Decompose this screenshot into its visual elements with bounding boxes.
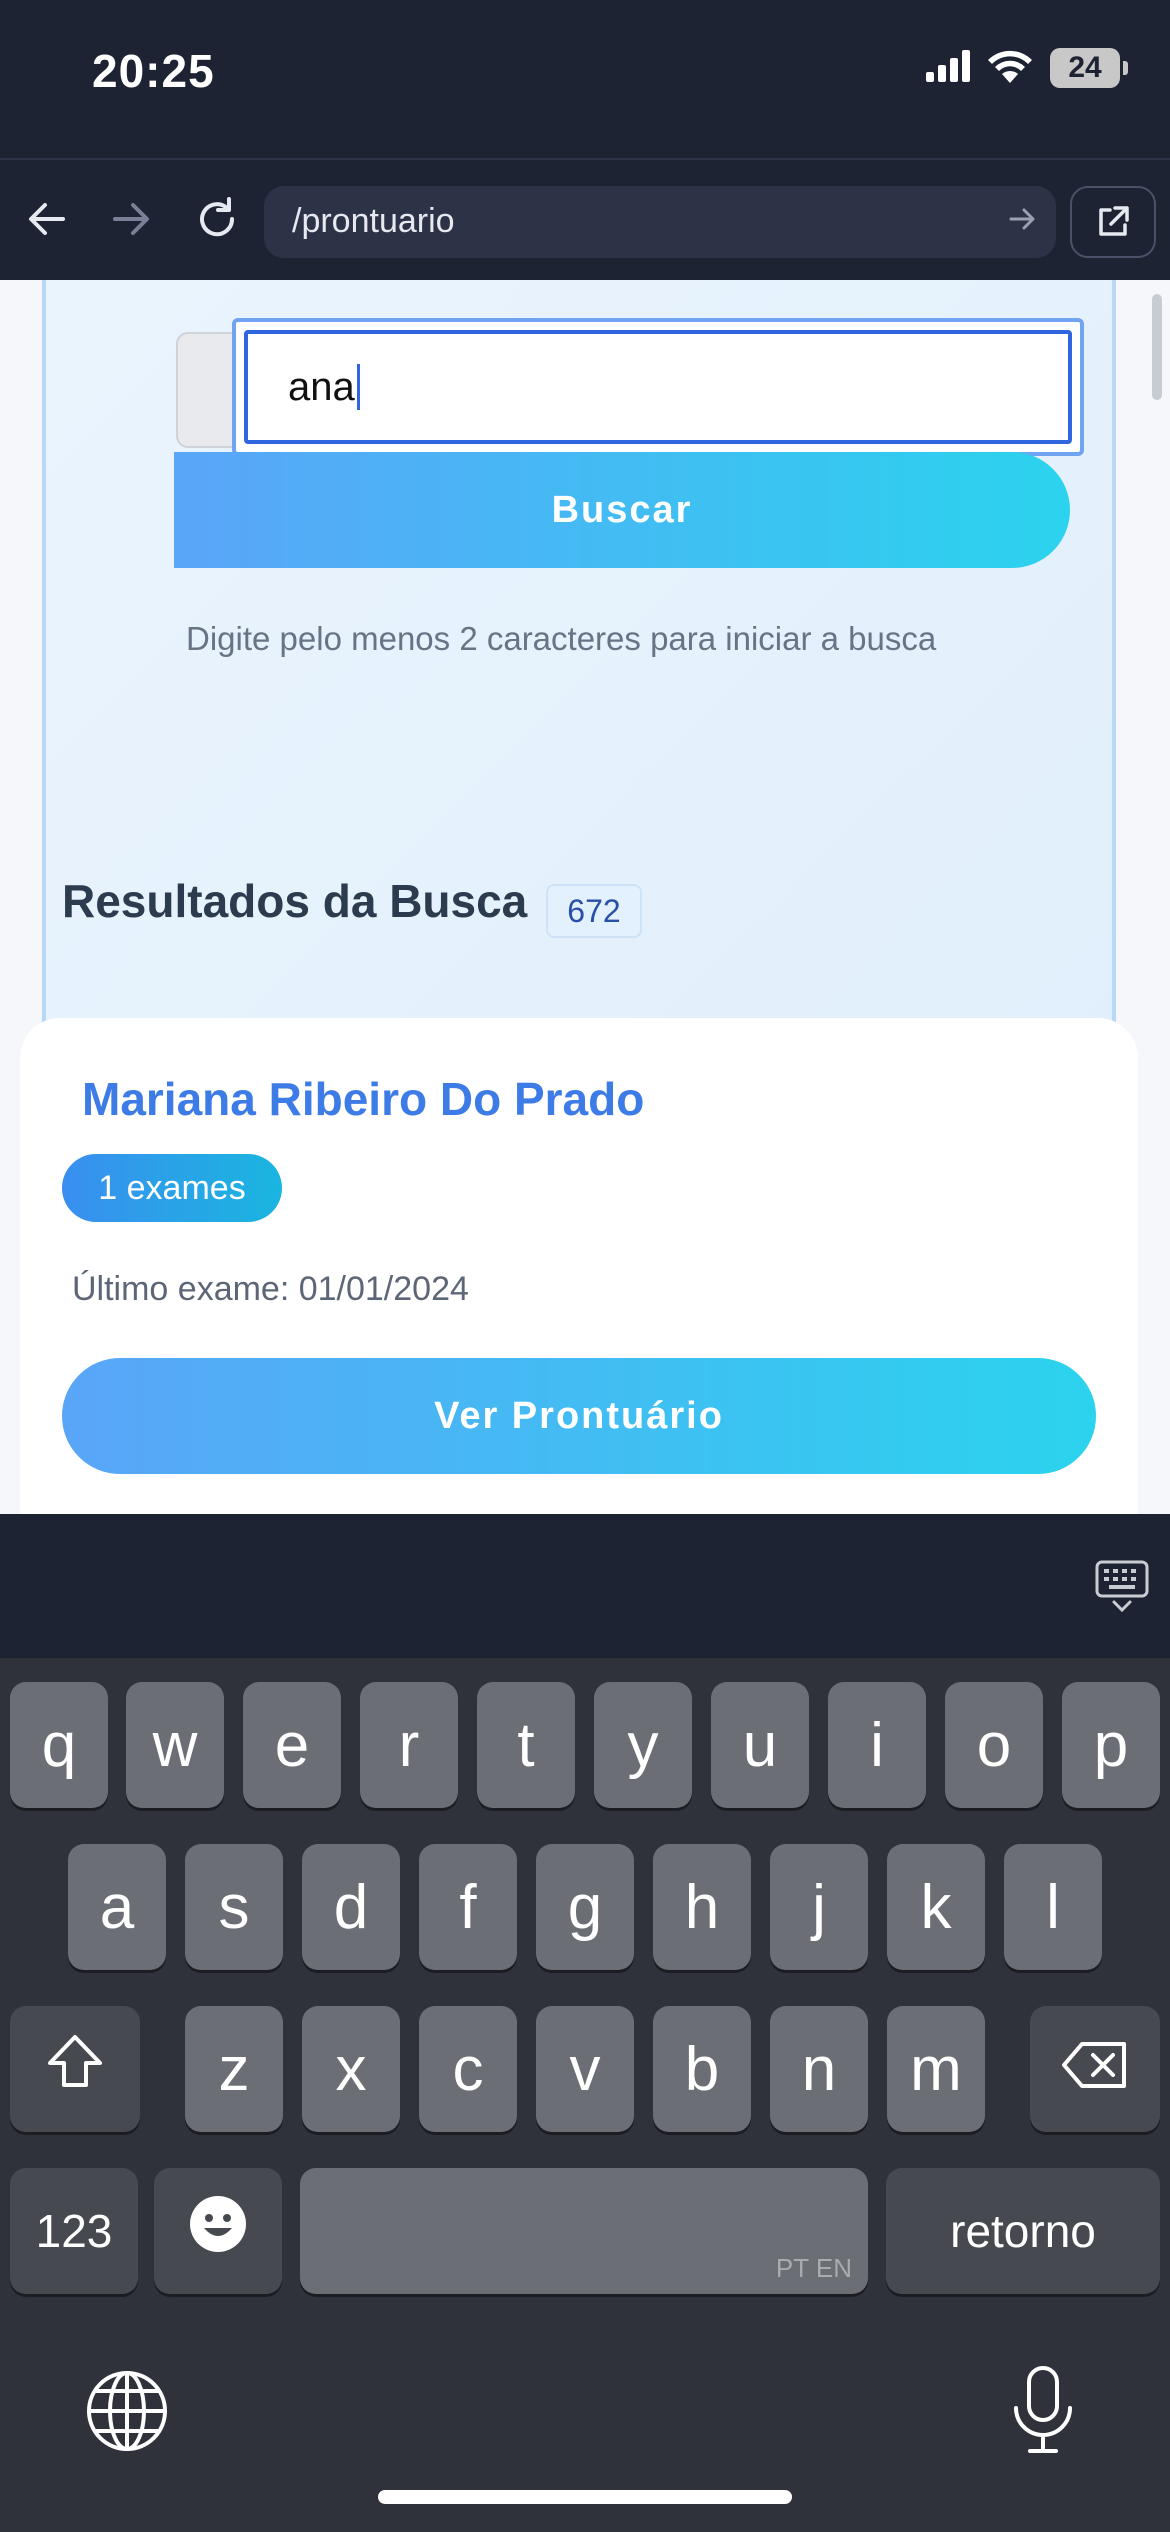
key-f[interactable]: f	[419, 1844, 517, 1970]
key-d[interactable]: d	[302, 1844, 400, 1970]
home-indicator[interactable]	[378, 2490, 792, 2504]
space-language-label: PT EN	[775, 2253, 852, 2283]
key-c[interactable]: c	[419, 2006, 517, 2132]
status-icons: 24	[926, 48, 1128, 88]
key-z[interactable]: z	[185, 2006, 283, 2132]
battery-icon: 24	[1050, 48, 1128, 88]
url-bar[interactable]: /prontuario	[264, 186, 1056, 258]
key-k[interactable]: k	[887, 1844, 985, 1970]
page-content: Buscar Paciente ana Buscar Digite pelo m…	[0, 280, 1170, 1514]
keyboard-accessory-bar	[0, 1514, 1170, 1658]
emoji-icon	[186, 2192, 250, 2271]
return-key[interactable]: retorno	[886, 2168, 1160, 2294]
keyboard-dismiss-icon[interactable]	[1094, 1558, 1150, 1619]
key-v[interactable]: v	[536, 2006, 634, 2132]
key-x[interactable]: x	[302, 2006, 400, 2132]
results-count-badge: 672	[546, 884, 642, 938]
space-key[interactable]: PT EN	[300, 2168, 868, 2294]
key-w[interactable]: w	[126, 1682, 224, 1808]
globe-icon[interactable]	[84, 2368, 170, 2459]
text-caret	[356, 364, 360, 410]
key-j[interactable]: j	[770, 1844, 868, 1970]
search-button[interactable]: Buscar	[174, 452, 1070, 568]
patient-name[interactable]: Mariana Ribeiro Do Prado	[82, 1072, 644, 1126]
url-text: /prontuario	[292, 202, 455, 240]
wifi-icon	[988, 49, 1032, 88]
exams-badge: 1 exames	[62, 1154, 282, 1222]
forward-icon[interactable]	[96, 184, 166, 254]
emoji-key[interactable]	[154, 2168, 282, 2294]
shift-icon	[44, 2033, 106, 2106]
search-input[interactable]: ana	[244, 330, 1072, 444]
reload-icon[interactable]	[182, 184, 252, 254]
key-a[interactable]: a	[68, 1844, 166, 1970]
arrow-right-icon[interactable]	[1008, 204, 1038, 239]
input-addon	[176, 332, 236, 448]
results-title: Resultados da Busca	[62, 875, 528, 927]
key-p[interactable]: p	[1062, 1682, 1160, 1808]
key-l[interactable]: l	[1004, 1844, 1102, 1970]
patient-card: Mariana Ribeiro Do Prado 1 exames Último…	[20, 1018, 1138, 1514]
key-n[interactable]: n	[770, 2006, 868, 2132]
status-time: 20:25	[92, 45, 215, 97]
last-exam-text: Último exame: 01/01/2024	[72, 1270, 469, 1308]
microphone-icon[interactable]	[1010, 2364, 1076, 2461]
shift-key[interactable]	[10, 2006, 140, 2132]
key-t[interactable]: t	[477, 1682, 575, 1808]
scrollbar[interactable]	[1152, 294, 1162, 400]
key-r[interactable]: r	[360, 1682, 458, 1808]
key-i[interactable]: i	[828, 1682, 926, 1808]
keyboard: q w e r t y u i o p a s d f g h j k l z …	[0, 1658, 1170, 2532]
search-input-value: ana	[288, 364, 355, 409]
key-y[interactable]: y	[594, 1682, 692, 1808]
key-u[interactable]: u	[711, 1682, 809, 1808]
key-o[interactable]: o	[945, 1682, 1043, 1808]
cellular-signal-icon	[926, 49, 970, 87]
search-input-focus-ring: ana	[232, 318, 1084, 456]
search-card: Buscar Paciente ana Buscar Digite pelo m…	[42, 280, 1116, 1070]
open-external-icon[interactable]	[1070, 186, 1156, 258]
view-record-button[interactable]: Ver Prontuário	[62, 1358, 1096, 1474]
back-icon[interactable]	[12, 184, 82, 254]
numbers-key[interactable]: 123	[10, 2168, 138, 2294]
browser-toolbar: /prontuario	[0, 158, 1170, 280]
key-b[interactable]: b	[653, 2006, 751, 2132]
status-bar: 20:25 24	[0, 0, 1170, 158]
key-h[interactable]: h	[653, 1844, 751, 1970]
key-s[interactable]: s	[185, 1844, 283, 1970]
backspace-icon	[1060, 2034, 1130, 2105]
key-q[interactable]: q	[10, 1682, 108, 1808]
key-e[interactable]: e	[243, 1682, 341, 1808]
search-hint: Digite pelo menos 2 caracteres para inic…	[186, 620, 937, 657]
key-m[interactable]: m	[887, 2006, 985, 2132]
backspace-key[interactable]	[1030, 2006, 1160, 2132]
key-g[interactable]: g	[536, 1844, 634, 1970]
search-title: Buscar Paciente	[156, 280, 545, 288]
